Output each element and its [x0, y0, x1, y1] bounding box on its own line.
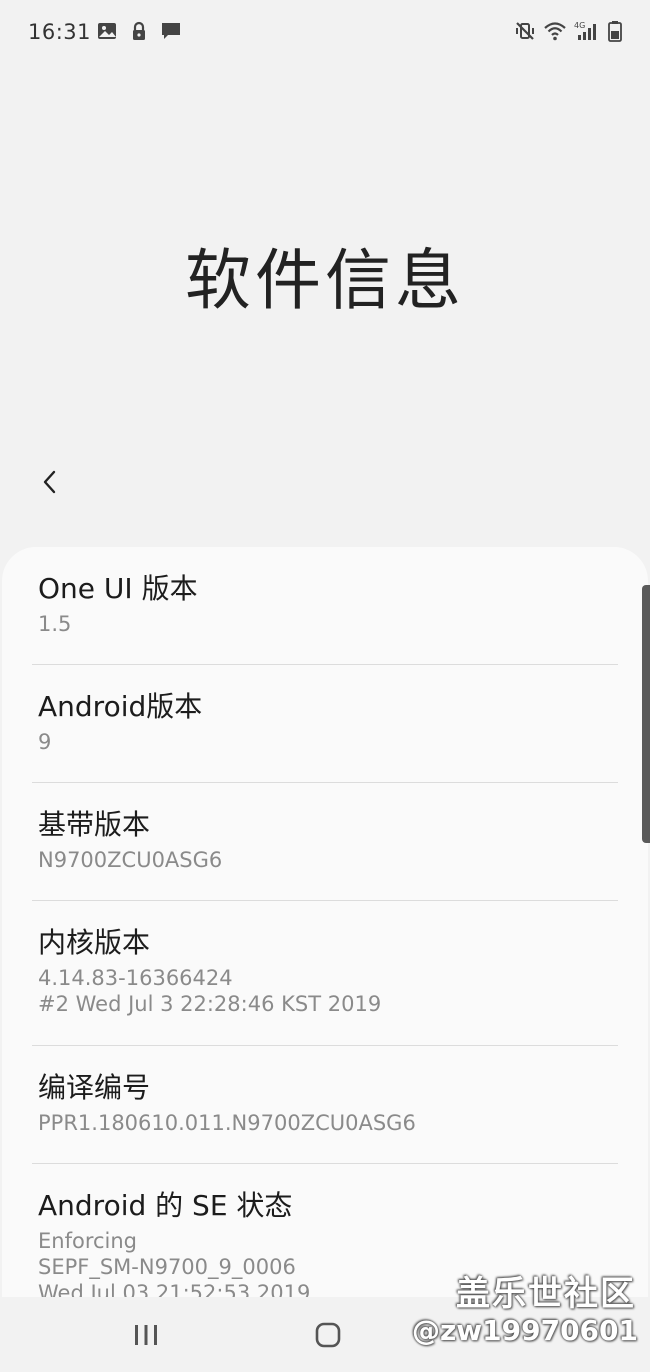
item-title: Android版本: [38, 690, 203, 723]
item-title: Android 的 SE 状态: [38, 1189, 293, 1222]
wifi-icon: [544, 20, 566, 42]
item-value: 9: [38, 730, 52, 754]
home-icon: [315, 1322, 341, 1348]
vibrate-mute-icon: [514, 20, 536, 42]
notification-icons: [96, 20, 182, 42]
item-value: Enforcing: [38, 1229, 138, 1253]
item-title: 内核版本: [38, 926, 151, 959]
software-info-list: One UI 版本 1.5 Android版本 9 基带版本 N9700ZCU0…: [2, 547, 648, 1297]
status-time: 16:31: [28, 20, 92, 44]
lock-icon: [128, 20, 150, 42]
item-value: #2 Wed Jul 3 22:28:46 KST 2019: [38, 992, 382, 1016]
scrollbar[interactable]: [642, 585, 650, 843]
battery-icon: [604, 20, 626, 42]
page-title: 软件信息: [185, 242, 465, 319]
home-button[interactable]: [306, 1315, 350, 1355]
item-title: One UI 版本: [38, 572, 198, 605]
message-icon: [160, 20, 182, 42]
list-item-kernel-version[interactable]: 内核版本 4.14.83-16366424 #2 Wed Jul 3 22:28…: [2, 901, 648, 1045]
watermark-title: 盖乐世社区: [456, 1274, 636, 1314]
recents-icon: [135, 1325, 157, 1345]
back-button[interactable]: [28, 460, 72, 504]
item-title: 基带版本: [38, 808, 151, 841]
item-value: 1.5: [38, 612, 72, 636]
svg-text:4G: 4G: [574, 21, 585, 30]
item-value: N9700ZCU0ASG6: [38, 848, 223, 872]
list-item-android-version[interactable]: Android版本 9: [2, 665, 648, 782]
image-icon: [96, 20, 118, 42]
item-value: PPR1.180610.011.N9700ZCU0ASG6: [38, 1111, 416, 1135]
list-item-baseband-version[interactable]: 基带版本 N9700ZCU0ASG6: [2, 783, 648, 900]
settings-screen: 16:31 4G 软件信息 One UI 版本 1.5 Android版本 9 …: [0, 0, 650, 1372]
list-item-build-number[interactable]: 编译编号 PPR1.180610.011.N9700ZCU0ASG6: [2, 1046, 648, 1163]
signal-4g-icon: 4G: [574, 20, 596, 42]
watermark-handle: @zw19970601: [411, 1314, 638, 1347]
recents-button[interactable]: [124, 1315, 168, 1355]
chevron-left-icon: [43, 470, 56, 494]
status-bar: 16:31 4G: [0, 0, 650, 66]
list-item-one-ui-version[interactable]: One UI 版本 1.5: [2, 547, 648, 664]
item-value: 4.14.83-16366424: [38, 966, 233, 990]
item-title: 编译编号: [38, 1071, 151, 1104]
system-status-icons: 4G: [514, 20, 626, 42]
